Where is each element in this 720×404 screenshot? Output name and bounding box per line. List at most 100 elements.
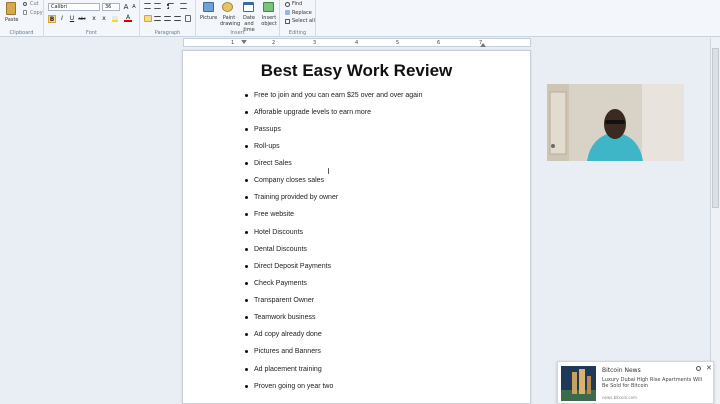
strikethrough-button[interactable]: abc xyxy=(78,15,86,23)
vertical-scrollbar[interactable] xyxy=(710,38,720,404)
paste-button[interactable]: Paste xyxy=(5,17,19,23)
highlight-icon[interactable] xyxy=(112,16,118,22)
list-item[interactable]: Direct Deposit Payments xyxy=(254,262,331,271)
ruler-mark: 2 xyxy=(272,40,276,46)
ruler[interactable]: 1 2 3 4 5 6 7 xyxy=(183,38,531,47)
italic-button[interactable]: I xyxy=(58,15,66,23)
editing-group: Find Replace Select all Editing xyxy=(280,0,316,37)
select-all-button[interactable]: Select all xyxy=(292,18,315,24)
bullet-icon xyxy=(245,248,248,251)
paragraph-group-label: Paragraph xyxy=(154,30,181,36)
bullets-icon[interactable] xyxy=(167,3,174,9)
replace-icon[interactable] xyxy=(285,10,290,15)
ribbon: Paste Cut Copy Clipboard Calibri 36 A A … xyxy=(0,0,720,37)
bullet-icon xyxy=(245,128,248,131)
document-page[interactable]: Best Easy Work Review Free to join and y… xyxy=(182,50,531,404)
font-group-label: Font xyxy=(86,30,97,36)
bullet-icon xyxy=(245,94,248,97)
copy-button[interactable]: Copy xyxy=(30,10,43,16)
decrease-indent-icon[interactable] xyxy=(144,3,151,9)
list-item[interactable]: Proven going on year two xyxy=(254,382,333,391)
shrink-font-button[interactable]: A xyxy=(130,3,138,11)
list-item[interactable]: Pictures and Banners xyxy=(254,347,321,356)
picture-icon[interactable] xyxy=(203,2,214,12)
list-item[interactable]: Training provided by owner xyxy=(254,193,338,202)
notification-domain: news.bitcoin.com xyxy=(602,395,637,400)
find-icon[interactable] xyxy=(285,2,290,7)
notification-toast[interactable]: Bitcoin News ✕ Luxury Dubai High Rise Ap… xyxy=(557,361,714,404)
insert-object-button[interactable]: Insert object xyxy=(260,15,278,27)
list-item[interactable]: Company closes sales xyxy=(254,176,324,185)
font-color-button[interactable]: A xyxy=(124,14,132,22)
align-center-icon[interactable] xyxy=(154,16,161,21)
list-item[interactable]: Passups xyxy=(254,125,281,134)
bold-button[interactable]: B xyxy=(48,15,56,23)
list-item[interactable]: Roll-ups xyxy=(254,142,280,151)
list-item[interactable]: Ad copy already done xyxy=(254,330,322,339)
grow-font-button[interactable]: A xyxy=(122,3,130,11)
align-right-icon[interactable] xyxy=(164,16,171,21)
cut-icon[interactable] xyxy=(23,2,27,6)
find-button[interactable]: Find xyxy=(292,1,302,7)
list-item[interactable]: Teamwork business xyxy=(254,313,315,322)
webcam-overlay xyxy=(547,84,684,161)
paste-icon[interactable] xyxy=(6,2,16,15)
list-item[interactable]: Afforable upgrade levels to earn more xyxy=(254,108,371,117)
bullet-icon xyxy=(245,282,248,285)
ruler-mark: 4 xyxy=(355,40,359,46)
bullet-icon xyxy=(245,333,248,336)
subscript-button[interactable]: x xyxy=(90,15,98,23)
bullet-icon xyxy=(245,196,248,199)
paint-drawing-button[interactable]: Paint drawing xyxy=(220,15,240,27)
cut-button[interactable]: Cut xyxy=(30,1,39,7)
ruler-mark: 1 xyxy=(231,40,235,46)
right-indent-marker[interactable] xyxy=(480,41,486,47)
bullet-icon xyxy=(245,265,248,268)
list-item[interactable]: Dental Discounts xyxy=(254,245,307,254)
increase-indent-icon[interactable] xyxy=(154,3,161,9)
select-all-icon[interactable] xyxy=(285,19,290,24)
superscript-button[interactable]: x xyxy=(100,15,108,23)
list-item[interactable]: Hotel Discounts xyxy=(254,228,303,237)
copy-icon[interactable] xyxy=(23,10,27,15)
text-cursor-icon xyxy=(328,168,329,174)
left-indent-marker[interactable] xyxy=(241,40,247,46)
clipboard-group-label: Clipboard xyxy=(9,30,34,36)
list-item[interactable]: Free to join and you can earn $25 over a… xyxy=(254,91,423,100)
underline-button[interactable]: U xyxy=(68,15,76,23)
paragraph-group: Paragraph xyxy=(140,0,196,37)
font-family-select[interactable]: Calibri xyxy=(48,3,100,11)
font-size-select[interactable]: 36 xyxy=(102,3,120,11)
settings-gear-icon[interactable] xyxy=(696,366,701,371)
replace-button[interactable]: Replace xyxy=(292,10,312,16)
editing-group-label: Editing xyxy=(288,30,307,36)
list-item[interactable]: Direct Sales xyxy=(254,159,292,168)
list-item[interactable]: Ad placement training xyxy=(254,365,322,374)
bullet-icon xyxy=(245,299,248,302)
paint-drawing-icon[interactable] xyxy=(222,2,233,12)
line-spacing-icon[interactable] xyxy=(180,3,187,9)
ruler-mark: 3 xyxy=(313,40,317,46)
bullet-icon xyxy=(245,316,248,319)
notification-headline: Luxury Dubai High Rise Apartments Will B… xyxy=(602,377,702,389)
list-item[interactable]: Transparent Owner xyxy=(254,296,314,305)
calendar-icon[interactable] xyxy=(243,2,254,12)
bullet-icon xyxy=(245,350,248,353)
notification-thumbnail-icon xyxy=(561,366,596,401)
bullet-icon xyxy=(245,145,248,148)
align-left-icon[interactable] xyxy=(144,15,152,22)
bullet-icon xyxy=(245,111,248,114)
scrollbar-thumb[interactable] xyxy=(712,48,719,208)
bullet-icon xyxy=(245,179,248,182)
justify-icon[interactable] xyxy=(174,16,181,21)
document-title[interactable]: Best Easy Work Review xyxy=(183,61,530,81)
paragraph-settings-icon[interactable] xyxy=(185,15,191,22)
bullet-icon xyxy=(245,385,248,388)
list-item[interactable]: Free website xyxy=(254,210,294,219)
list-item[interactable]: Check Payments xyxy=(254,279,307,288)
picture-button[interactable]: Picture xyxy=(200,15,217,21)
bullet-icon xyxy=(245,368,248,371)
insert-object-icon[interactable] xyxy=(263,2,274,12)
font-group: Calibri 36 A A B I U abc x x A Font xyxy=(44,0,140,37)
close-icon[interactable]: ✕ xyxy=(706,364,712,372)
